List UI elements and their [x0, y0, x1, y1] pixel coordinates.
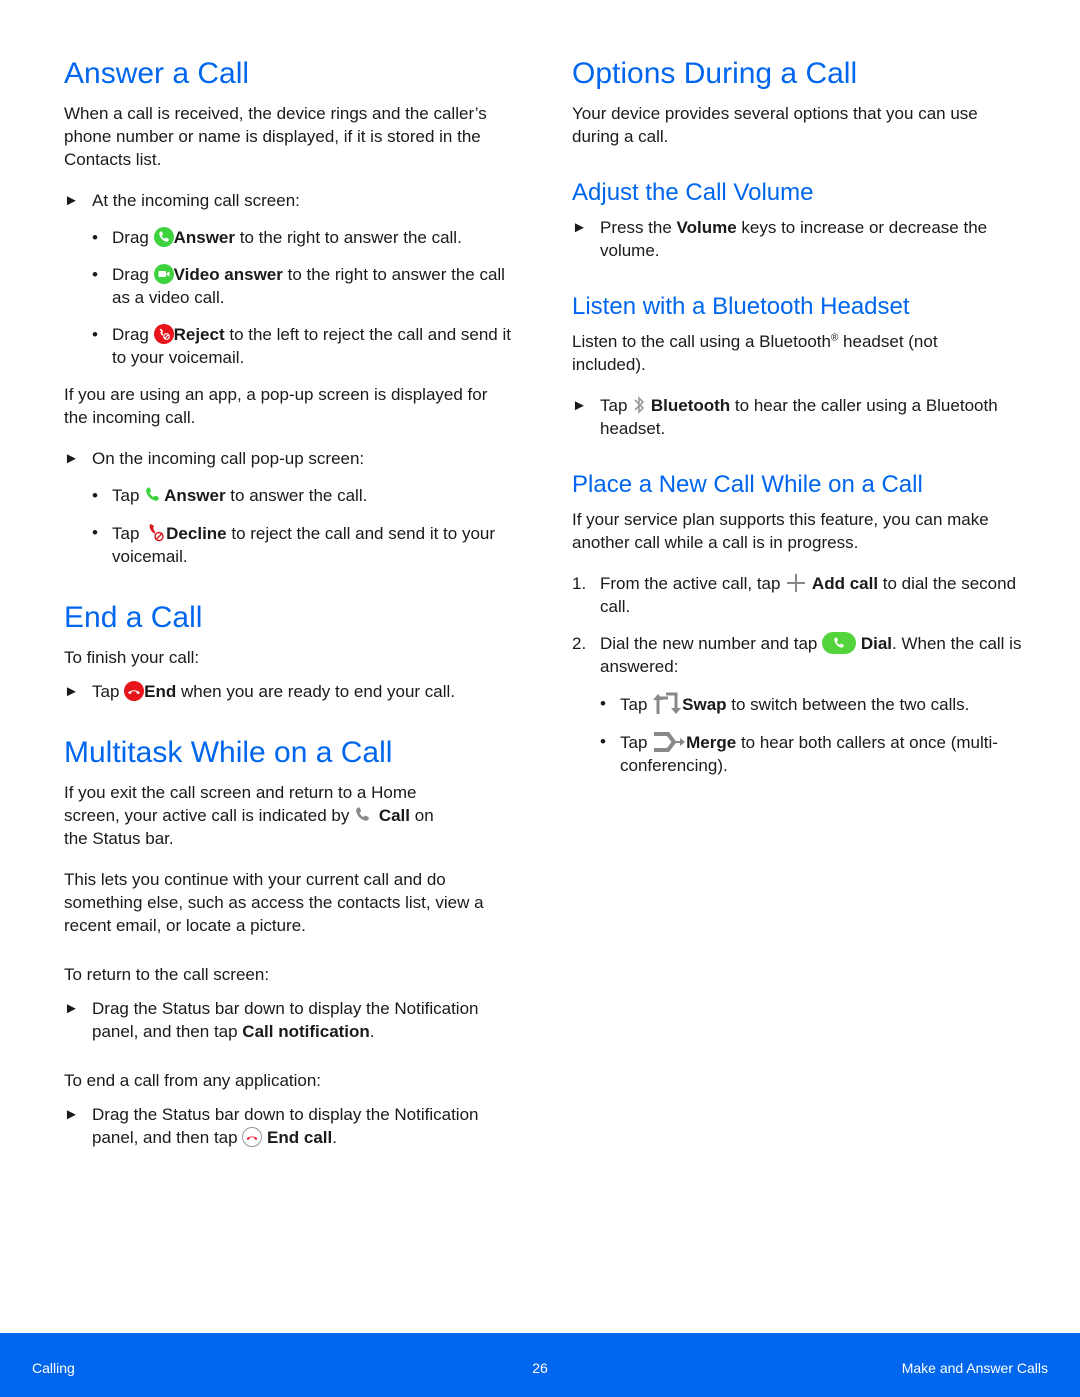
multitask-continue: This lets you continue with your current…: [64, 870, 484, 935]
step-arrow-icon: ►: [64, 450, 79, 467]
end-intro: To finish your call:: [64, 648, 200, 667]
section-end-a-call: End a Call To finish your call: ► Tap En…: [64, 598, 514, 703]
page-footer: Calling 26 Make and Answer Calls: [0, 1333, 1080, 1397]
answered-call-options: • Tap Swap to switch between the two cal…: [572, 692, 1022, 777]
end-call-notification-icon: [242, 1127, 263, 1147]
swap-icon: [652, 692, 682, 716]
section-bluetooth-headset: Listen with a Bluetooth Headset Listen t…: [572, 292, 1022, 440]
app-popup-note: If you are using an app, a pop-up screen…: [64, 385, 488, 427]
step-tap-end: ► Tap End when you are ready to end your…: [64, 681, 456, 701]
heading-answer-a-call: Answer a Call: [64, 57, 250, 90]
section-options-during-call: Options During a Call Your device provid…: [572, 54, 1022, 148]
step-arrow-icon: ►: [64, 1106, 79, 1123]
multitask-intro: If you exit the call screen and return t…: [64, 783, 434, 848]
step-arrow-icon: ►: [572, 219, 587, 236]
reject-call-icon: [153, 324, 174, 344]
list-item: • Tap Decline to reject the call and sen…: [92, 521, 496, 566]
new-call-intro: If your service plan supports this featu…: [572, 510, 989, 552]
options-intro: Your device provides several options tha…: [572, 104, 978, 146]
step-arrow-icon: ►: [572, 397, 587, 414]
section-answer-a-call: Answer a Call When a call is received, t…: [64, 54, 514, 568]
section-multitask: Multitask While on a Call If you exit th…: [64, 733, 514, 1149]
footer-chapter-name: Make and Answer Calls: [901, 1360, 1048, 1376]
step-volume-keys: ► Press the Volume keys to increase or d…: [572, 218, 988, 260]
end-call-icon: [124, 681, 145, 701]
decline-icon: [144, 521, 166, 543]
list-item: • Drag Video answer to the right to answ…: [92, 264, 505, 307]
heading-bluetooth-headset: Listen with a Bluetooth Headset: [572, 293, 910, 320]
step-arrow-icon: ►: [64, 1000, 79, 1017]
step-end-call-notification: ► Drag the Status bar down to display th…: [64, 1105, 479, 1147]
section-adjust-volume: Adjust the Call Volume ► Press the Volum…: [572, 178, 1022, 262]
list-item: 2. Dial the new number and tap Dial. Whe…: [572, 632, 1022, 777]
right-column: Options During a Call Your device provid…: [572, 54, 1022, 791]
heading-adjust-volume: Adjust the Call Volume: [572, 179, 814, 206]
end-from-app-label: To end a call from any application:: [64, 1071, 322, 1090]
step-popup-screen: ► On the incoming call pop-up screen:: [64, 449, 365, 468]
phone-icon: [144, 485, 164, 505]
incoming-call-actions: • Drag Answer to the right to answer the…: [64, 226, 514, 369]
left-column: Answer a Call When a call is received, t…: [64, 54, 514, 1163]
step-tap-bluetooth: ► Tap Bluetooth to hear the caller using…: [572, 394, 998, 438]
heading-end-a-call: End a Call: [64, 601, 203, 634]
bluetooth-icon: [632, 394, 646, 416]
list-item: • Drag Reject to the left to reject the …: [92, 324, 511, 367]
new-call-steps: 1. From the active call, tap Add call to…: [572, 572, 1022, 777]
merge-icon: [652, 730, 686, 754]
popup-call-actions: • Tap Answer to answer the call. • Tap D…: [64, 484, 514, 568]
section-new-call: Place a New Call While on a Call If your…: [572, 470, 1022, 777]
list-item: • Tap Merge to hear both callers at once…: [600, 730, 998, 775]
step-incoming-call-screen: ► At the incoming call screen:: [64, 191, 300, 210]
step-call-notification: ► Drag the Status bar down to display th…: [64, 999, 479, 1041]
step-arrow-icon: ►: [64, 683, 79, 700]
step-arrow-icon: ►: [64, 192, 79, 209]
add-call-icon: [785, 572, 807, 594]
answer-phone-icon: [153, 227, 174, 247]
bluetooth-intro: Listen to the call using a Bluetooth® he…: [572, 332, 938, 374]
list-item: 1. From the active call, tap Add call to…: [572, 572, 1017, 616]
heading-multitask: Multitask While on a Call: [64, 736, 393, 769]
list-item: • Drag Answer to the right to answer the…: [92, 227, 462, 247]
return-to-call-label: To return to the call screen:: [64, 965, 270, 984]
list-item: • Tap Answer to answer the call.: [92, 485, 368, 505]
heading-new-call: Place a New Call While on a Call: [572, 471, 923, 498]
heading-options-during-call: Options During a Call: [572, 57, 858, 90]
video-answer-icon: [153, 264, 174, 284]
dial-icon: [822, 632, 857, 654]
answer-intro: When a call is received, the device ring…: [64, 104, 487, 169]
list-item: • Tap Swap to switch between the two cal…: [600, 692, 970, 716]
status-bar-call-icon: [354, 805, 374, 825]
